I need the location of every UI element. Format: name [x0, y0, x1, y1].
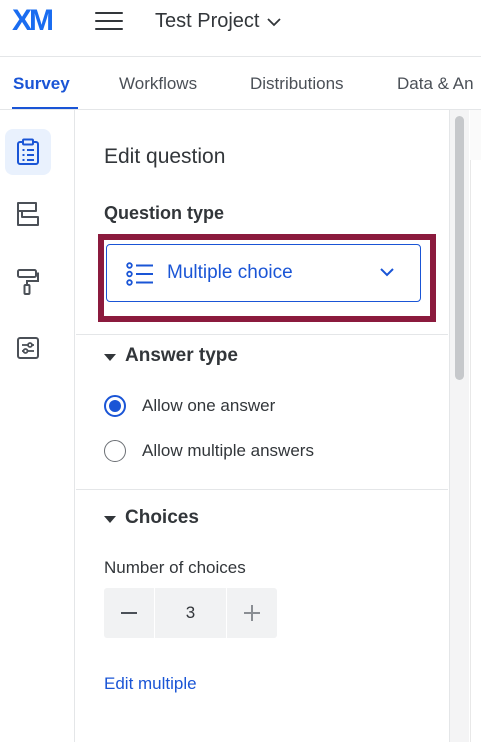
choices-heading: Choices: [125, 507, 199, 528]
rail-item-survey[interactable]: [5, 129, 51, 175]
question-type-value: Multiple choice: [167, 262, 293, 283]
question-type-label: Question type: [104, 203, 225, 223]
rail-item-look-and-feel[interactable]: [5, 259, 51, 305]
tab-survey[interactable]: Survey: [13, 74, 70, 94]
decrement-button[interactable]: [104, 588, 154, 638]
number-of-choices-label: Number of choices: [104, 558, 246, 577]
panel-scrollbar[interactable]: [449, 110, 469, 742]
settings-sliders-icon: [17, 337, 39, 359]
chevron-down-icon: [380, 268, 394, 277]
caret-down-icon: [104, 353, 116, 361]
plus-icon: [244, 605, 260, 621]
caret-down-icon: [104, 515, 116, 523]
tab-workflows[interactable]: Workflows: [119, 74, 197, 94]
radio-button-checked[interactable]: [104, 395, 126, 417]
hamburger-menu-icon[interactable]: [95, 12, 123, 32]
left-rail: [0, 110, 75, 742]
increment-button[interactable]: [227, 588, 277, 638]
xm-logo[interactable]: XM: [12, 6, 54, 36]
radio-button[interactable]: [104, 440, 126, 462]
survey-canvas: [470, 110, 481, 742]
number-of-choices-stepper: 3: [104, 588, 277, 638]
answer-type-heading: Answer type: [125, 345, 238, 366]
radio-allow-multiple-answers[interactable]: Allow multiple answers: [104, 440, 314, 462]
answer-type-toggle[interactable]: Answer type: [104, 344, 238, 368]
tab-data-analysis[interactable]: Data & An: [397, 74, 474, 94]
clipboard-icon: [17, 138, 39, 165]
radio-label: Allow one answer: [142, 396, 276, 415]
panel-title: Edit question: [104, 145, 226, 168]
project-name: Test Project: [155, 10, 260, 32]
edit-multiple-link[interactable]: Edit multiple: [104, 673, 197, 695]
top-bar: XM Test Project: [0, 0, 481, 56]
tab-distributions[interactable]: Distributions: [250, 74, 344, 94]
chevron-down-icon: [267, 17, 282, 26]
choices-toggle[interactable]: Choices: [104, 506, 199, 530]
rail-item-options[interactable]: [5, 325, 51, 371]
list-icon: [126, 262, 153, 286]
section-divider: [76, 334, 448, 335]
number-of-choices-value[interactable]: 3: [155, 588, 226, 638]
nav-tabs: Survey Workflows Distributions Data & An: [0, 56, 481, 110]
radio-allow-one-answer[interactable]: Allow one answer: [104, 395, 275, 417]
blocks-icon: [17, 202, 39, 226]
radio-label: Allow multiple answers: [142, 441, 314, 460]
paint-roller-icon: [17, 269, 39, 295]
question-type-select[interactable]: Multiple choice: [106, 244, 421, 302]
project-switcher[interactable]: Test Project: [155, 9, 282, 33]
section-divider: [76, 489, 448, 490]
scrollbar-thumb[interactable]: [455, 116, 464, 380]
rail-item-flow[interactable]: [5, 191, 51, 237]
minus-icon: [121, 612, 137, 614]
